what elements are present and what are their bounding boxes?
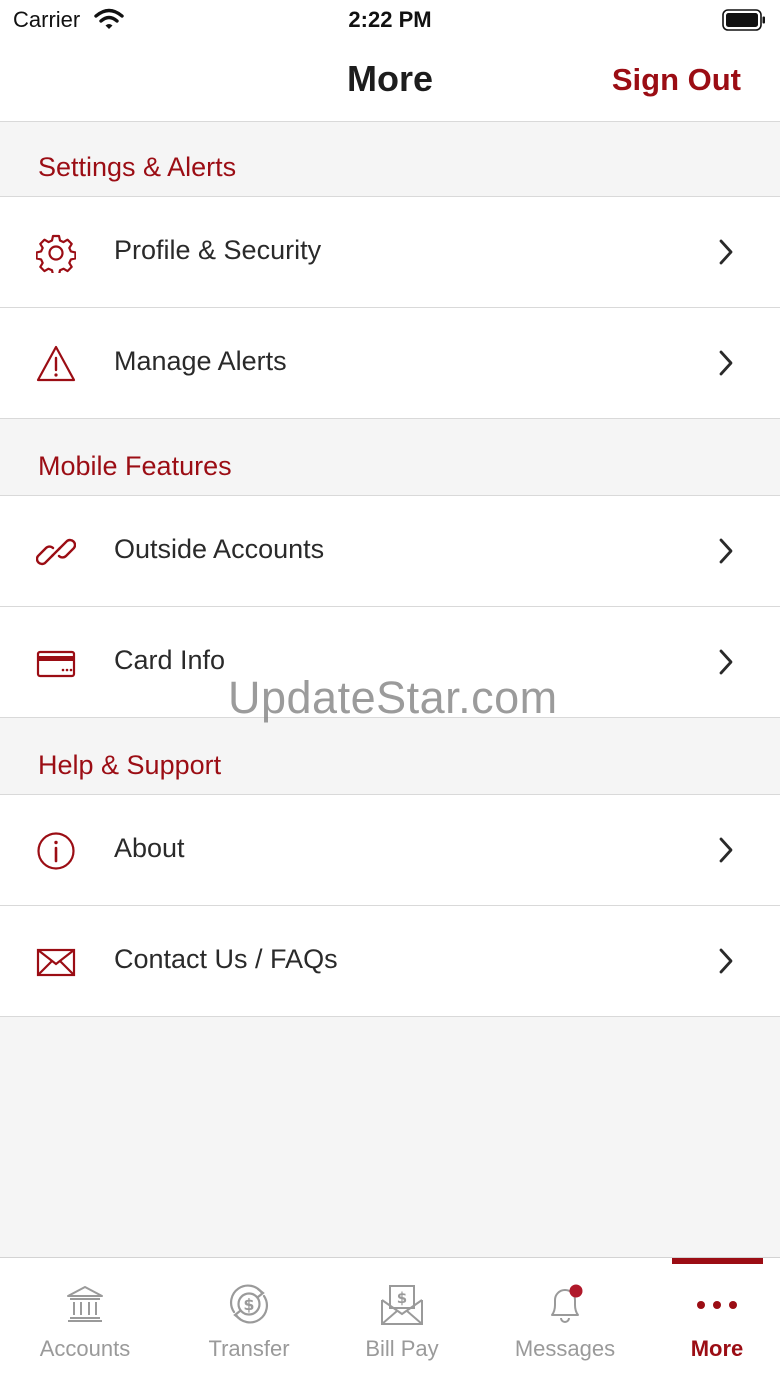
- more-dots-icon: [695, 1298, 739, 1316]
- section-header-help-support: Help & Support: [0, 718, 780, 795]
- menu-item-label: Profile & Security: [114, 235, 322, 265]
- chevron-right-icon: [718, 649, 734, 680]
- tab-label: Messages: [514, 1336, 616, 1361]
- envelope-icon: [36, 942, 76, 982]
- gear-icon: [35, 233, 77, 276]
- menu-item-outside-accounts[interactable]: Outside Accounts: [0, 496, 780, 607]
- tab-more[interactable]: More: [646, 1258, 780, 1387]
- bill-envelope-icon: $: [380, 1284, 424, 1331]
- tab-label: Bill Pay: [365, 1336, 439, 1361]
- battery-icon: [722, 9, 766, 36]
- section-title: Settings & Alerts: [38, 152, 237, 182]
- section-title: Mobile Features: [38, 451, 232, 481]
- sign-out-button[interactable]: Sign Out: [612, 62, 741, 98]
- transfer-icon: $: [224, 1284, 274, 1329]
- bell-icon: [543, 1284, 587, 1331]
- menu-item-label: Outside Accounts: [114, 534, 325, 564]
- svg-text:$: $: [243, 1295, 254, 1314]
- menu-item-label: Manage Alerts: [114, 346, 287, 376]
- tab-label: Transfer: [208, 1336, 290, 1361]
- tab-accounts[interactable]: Accounts: [14, 1258, 156, 1387]
- section-header-settings-alerts: Settings & Alerts: [0, 122, 780, 197]
- tab-label: Accounts: [39, 1336, 131, 1361]
- tab-bill-pay[interactable]: $ Bill Pay: [331, 1258, 473, 1387]
- chevron-right-icon: [718, 837, 734, 868]
- credit-card-icon: [36, 643, 76, 683]
- menu-item-label: About: [114, 833, 185, 863]
- section-title: Help & Support: [38, 750, 222, 780]
- status-time: 2:22 PM: [348, 7, 432, 32]
- menu-item-label: Contact Us / FAQs: [114, 944, 338, 974]
- chevron-right-icon: [718, 538, 734, 569]
- info-icon: [36, 831, 76, 871]
- notification-badge: [569, 1284, 583, 1298]
- navigation-bar: More Sign Out: [0, 40, 780, 122]
- menu-item-about[interactable]: About: [0, 795, 780, 906]
- section-header-mobile-features: Mobile Features: [0, 419, 780, 496]
- menu-item-profile-security[interactable]: Profile & Security: [0, 197, 780, 308]
- bank-icon: [65, 1284, 105, 1329]
- menu-item-card-info[interactable]: Card Info: [0, 607, 780, 718]
- menu-item-manage-alerts[interactable]: Manage Alerts: [0, 308, 780, 419]
- chevron-right-icon: [718, 350, 734, 381]
- tab-messages[interactable]: Messages: [494, 1258, 636, 1387]
- chevron-right-icon: [718, 948, 734, 979]
- tab-transfer[interactable]: $ Transfer: [178, 1258, 320, 1387]
- tab-label: More: [690, 1336, 744, 1361]
- status-bar: Carrier 2:22 PM: [0, 0, 780, 40]
- warning-icon: [36, 344, 76, 384]
- menu-item-label: Card Info: [114, 645, 226, 675]
- menu-item-contact-faqs[interactable]: Contact Us / FAQs: [0, 906, 780, 1017]
- link-icon: [35, 532, 77, 572]
- svg-text:$: $: [397, 1289, 407, 1307]
- tab-bar: Accounts $ Transfer $ Bill Pay Messages …: [0, 1257, 780, 1387]
- chevron-right-icon: [718, 239, 734, 270]
